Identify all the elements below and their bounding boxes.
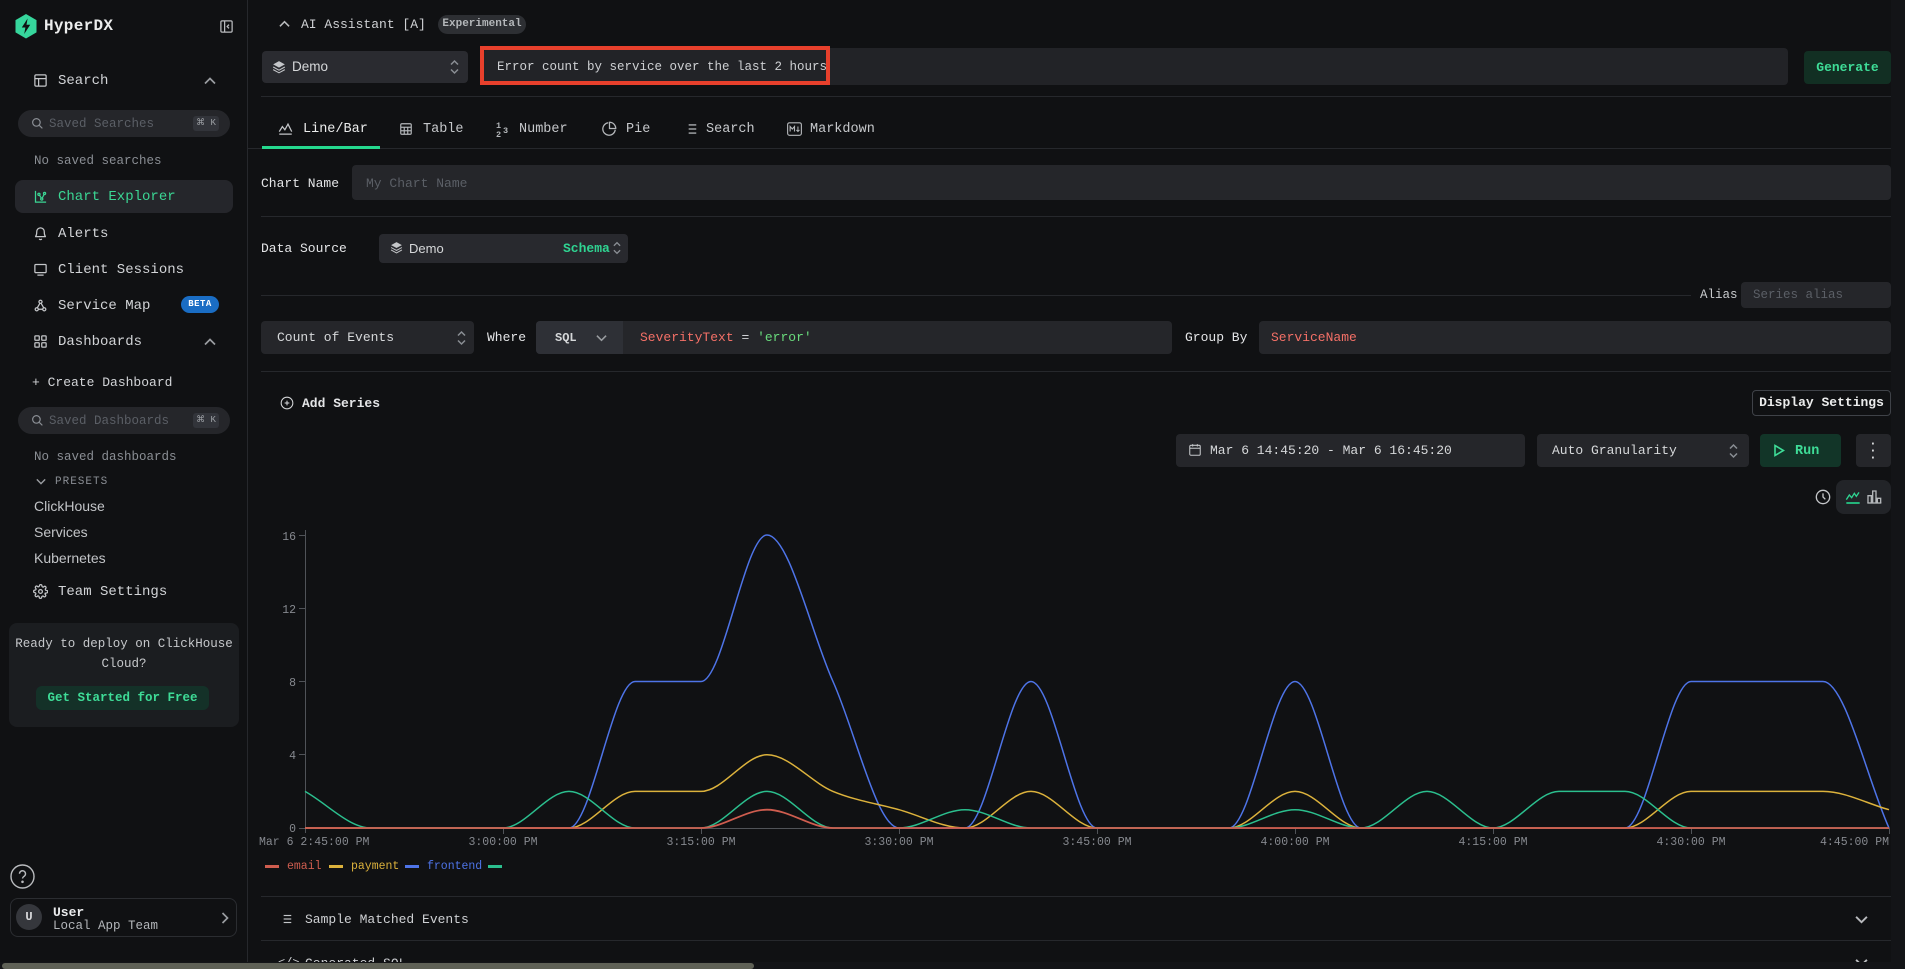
svg-text:Mar 6 2:45:00 PM: Mar 6 2:45:00 PM xyxy=(259,836,370,849)
svg-text:8: 8 xyxy=(289,677,296,690)
svg-text:16: 16 xyxy=(282,531,296,544)
svg-text:0: 0 xyxy=(289,823,296,836)
svg-text:4:45:00 PM: 4:45:00 PM xyxy=(1820,836,1889,849)
svg-text:3:45:00 PM: 3:45:00 PM xyxy=(1062,836,1131,849)
svg-text:12: 12 xyxy=(282,604,296,617)
svg-text:3:00:00 PM: 3:00:00 PM xyxy=(468,836,537,849)
svg-text:4:30:00 PM: 4:30:00 PM xyxy=(1656,836,1725,849)
svg-text:4:15:00 PM: 4:15:00 PM xyxy=(1458,836,1527,849)
svg-text:4: 4 xyxy=(289,750,296,763)
svg-text:4:00:00 PM: 4:00:00 PM xyxy=(1260,836,1329,849)
svg-text:3:15:00 PM: 3:15:00 PM xyxy=(666,836,735,849)
svg-text:3:30:00 PM: 3:30:00 PM xyxy=(864,836,933,849)
